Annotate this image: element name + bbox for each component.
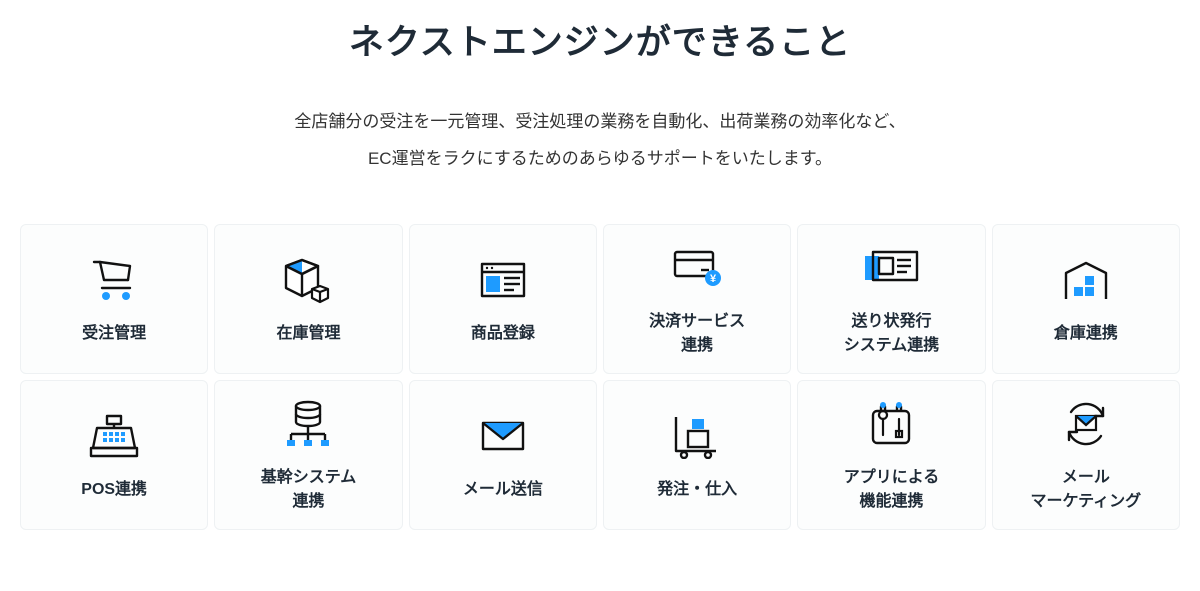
shipping-label-icon — [863, 240, 919, 296]
feature-card-product[interactable]: 商品登録 — [409, 224, 597, 374]
feature-grid: 受注管理 — [20, 224, 1180, 530]
apps-icon — [869, 396, 913, 452]
feature-label: 基幹システム 連携 — [261, 466, 357, 514]
feature-label: POS連携 — [81, 478, 147, 502]
warehouse-icon — [1062, 252, 1110, 308]
feature-label: アプリによる 機能連携 — [844, 466, 940, 514]
feature-label: 発注・仕入 — [657, 478, 737, 502]
pos-icon — [89, 408, 139, 464]
feature-label: 送り状発行 システム連携 — [844, 310, 940, 358]
feature-label: 受注管理 — [82, 322, 146, 346]
lead-text: 全店舗分の受注を一元管理、受注処理の業務を自動化、出荷業務の効率化など、 EC運… — [20, 103, 1180, 178]
feature-card-warehouse[interactable]: 倉庫連携 — [992, 224, 1180, 374]
lead-line1: 全店舗分の受注を一元管理、受注処理の業務を自動化、出荷業務の効率化など、 — [294, 112, 905, 131]
core-system-icon — [283, 396, 333, 452]
feature-card-pos[interactable]: POS連携 — [20, 380, 208, 530]
feature-card-apps[interactable]: アプリによる 機能連携 — [797, 380, 985, 530]
cart-icon — [90, 252, 138, 308]
feature-card-order[interactable]: 受注管理 — [20, 224, 208, 374]
feature-card-payment[interactable]: ¥ 決済サービス 連携 — [603, 224, 791, 374]
svg-text:¥: ¥ — [710, 273, 717, 285]
feature-label: 在庫管理 — [276, 322, 340, 346]
feature-card-mail-marketing[interactable]: メール マーケティング — [992, 380, 1180, 530]
payment-icon: ¥ — [671, 240, 723, 296]
feature-card-purchase[interactable]: 発注・仕入 — [603, 380, 791, 530]
feature-card-shipping-label[interactable]: 送り状発行 システム連携 — [797, 224, 985, 374]
feature-label: 決済サービス 連携 — [649, 310, 745, 358]
feature-card-mail[interactable]: メール送信 — [409, 380, 597, 530]
register-icon — [478, 252, 528, 308]
feature-label: メール送信 — [463, 478, 543, 502]
box-icon — [282, 252, 334, 308]
lead-line2: EC運営をラクにするためのあらゆるサポートをいたします。 — [368, 149, 832, 168]
feature-card-stock[interactable]: 在庫管理 — [214, 224, 402, 374]
page-title: ネクストエンジンができること — [20, 14, 1180, 65]
mail-marketing-icon — [1061, 396, 1111, 452]
feature-label: メール マーケティング — [1030, 466, 1141, 514]
mail-icon — [479, 408, 527, 464]
feature-label: 商品登録 — [471, 322, 535, 346]
feature-card-core[interactable]: 基幹システム 連携 — [214, 380, 402, 530]
purchase-icon — [672, 408, 722, 464]
feature-label: 倉庫連携 — [1054, 322, 1118, 346]
